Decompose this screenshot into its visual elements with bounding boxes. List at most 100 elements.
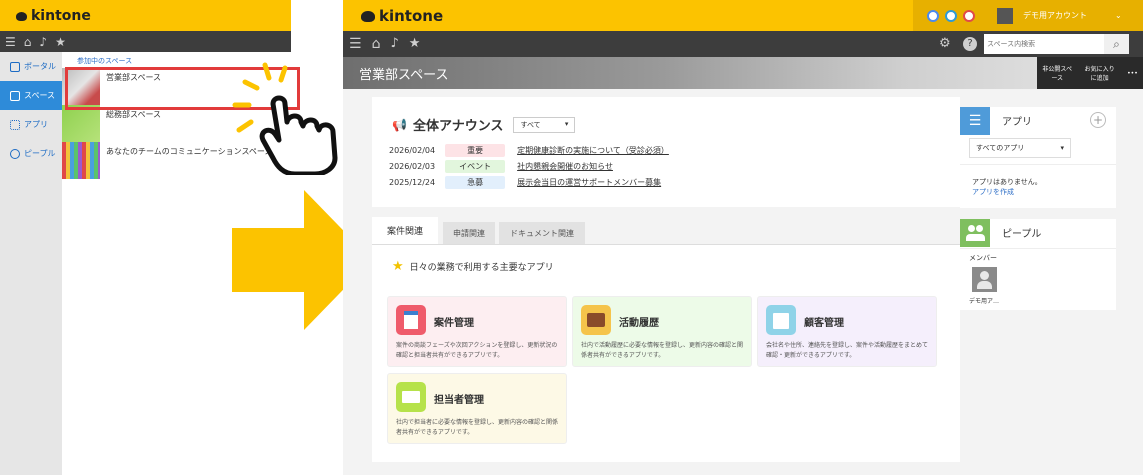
app-description: 案件の商談フェーズや次回アクションを登録し、更新状況の確認と担当者共有ができるア…: [396, 342, 558, 359]
announcement-filter[interactable]: すべて ▾: [513, 116, 576, 133]
app-tile-customers[interactable]: 顧客管理 会社名や住所、連絡先を登録し、案件や活動履歴をまとめて確認・更新ができ…: [757, 296, 937, 367]
help-icon[interactable]: ?: [963, 37, 977, 51]
chevron-down-icon: ⌄: [1115, 11, 1122, 20]
caret-down-icon: ▾: [1060, 144, 1064, 152]
more-icon[interactable]: •••: [1127, 70, 1138, 77]
nav-people[interactable]: ピープル: [0, 139, 62, 168]
member-name: デモ用ア…: [969, 298, 1000, 305]
star-icon[interactable]: ★: [409, 37, 421, 50]
apps-filter-value: すべてのアプリ: [976, 144, 1025, 152]
id-card-icon: [396, 382, 426, 412]
main-apps-card: ★ 日々の業務で利用する主要なアプリ 案件管理 案件の商談フェーズや次回アクショ…: [372, 244, 960, 462]
right-toolbar: ☰ ⌂ ♪ ★ ⚙ ? ⌕: [343, 31, 1143, 57]
nav-app-label: アプリ: [24, 120, 48, 129]
user-menu[interactable]: デモ用アカウント ⌄: [989, 0, 1143, 31]
app-tile-deals[interactable]: 案件管理 案件の商談フェーズや次回アクションを登録し、更新状況の確認と担当者共有…: [387, 296, 567, 367]
announcement-tag: 重要: [445, 143, 506, 157]
menu-icon[interactable]: ☰: [349, 37, 362, 51]
announcement-link[interactable]: 社内懇親会開催のお知らせ: [517, 161, 613, 172]
menu-icon[interactable]: ☰: [5, 36, 16, 48]
nav-people-label: ピープル: [24, 149, 56, 158]
announcement-tag: イベント: [445, 159, 506, 173]
banner-actions: 非公開スペース お気に入りに追加 •••: [1037, 57, 1143, 89]
tab-applications[interactable]: 申請関連: [443, 222, 495, 244]
app-tile-activity[interactable]: 活動履歴 社内で活動履歴に必要な情報を登録し、更新内容の確認と関係者共有ができる…: [572, 296, 752, 367]
nav-space[interactable]: スペース: [0, 81, 62, 110]
document-icon: [396, 305, 426, 335]
caret-down-icon: ▾: [564, 119, 569, 128]
left-header: kintone: [0, 0, 291, 31]
bell-icon[interactable]: ♪: [390, 37, 398, 50]
home-icon[interactable]: ⌂: [372, 37, 381, 51]
divider: [960, 248, 1116, 249]
create-app-link[interactable]: アプリを作成: [972, 187, 1014, 197]
sidebar-people-card: ピープル メンバー デモ用ア…: [960, 219, 1116, 310]
app-title: 活動履歴: [619, 318, 659, 329]
tab-documents[interactable]: ドキュメント関連: [499, 222, 585, 244]
nav-space-label: スペース: [24, 91, 56, 100]
announcement-link[interactable]: 展示会当日の運営サポートメンバー募集: [517, 177, 661, 188]
private-space-badge: 非公開スペース: [1042, 66, 1073, 82]
app-grid-icon: [10, 119, 20, 130]
member-avatar[interactable]: [972, 267, 997, 292]
app-description: 社内で担当者に必要な情報を登録し、更新内容の確認と関係者共有ができるアプリです。: [396, 419, 559, 436]
space-icon: [10, 90, 20, 101]
header-apps: [913, 0, 989, 31]
space-search-input[interactable]: [984, 34, 1104, 54]
user-name: デモ用アカウント: [1023, 11, 1087, 20]
nav-portal-label: ポータル: [24, 62, 56, 71]
right-screenshot: kintone デモ用アカウント ⌄ ☰ ⌂ ♪ ★ ⚙ ? ⌕ 営業部スペース…: [343, 0, 1143, 475]
divider: [960, 164, 1116, 165]
app-title: 案件管理: [434, 318, 474, 329]
add-app-icon[interactable]: +: [1090, 112, 1106, 128]
bell-icon[interactable]: ♪: [39, 36, 47, 48]
space-thumbnail: [62, 142, 100, 179]
announcement-date: 2026/02/03: [389, 161, 436, 171]
space-title: 営業部スペース: [359, 68, 449, 83]
home-icon[interactable]: ⌂: [24, 36, 32, 48]
app-description: 社内で活動履歴に必要な情報を登録し、更新内容の確認と関係者共有ができるアプリです…: [581, 342, 744, 359]
nav-portal[interactable]: ポータル: [0, 52, 62, 81]
no-apps-text: アプリはありません。: [972, 178, 1042, 186]
right-header: kintone デモ用アカウント ⌄: [343, 0, 1143, 31]
megaphone-icon: 📢: [392, 117, 407, 132]
building-icon: [766, 305, 796, 335]
space-name: 総務部スペース: [106, 110, 162, 119]
announcement-link[interactable]: 定期健康診断の実施について（受診必須）: [517, 145, 669, 156]
members-label: メンバー: [969, 254, 997, 262]
app-title: 担当者管理: [434, 395, 484, 406]
app-description: 会社名や住所、連絡先を登録し、案件や活動履歴をまとめて確認・更新ができるアプリで…: [766, 342, 929, 359]
star-icon[interactable]: ★: [55, 36, 66, 48]
star-icon: ★: [392, 259, 404, 274]
mail-icon[interactable]: [963, 9, 975, 22]
announcement-row: 2025/12/24 急募 展示会当日の運営サポートメンバー募集: [389, 174, 960, 190]
announcement-title: 全体アナウンス: [412, 119, 504, 134]
space-banner: 営業部スペース 非公開スペース お気に入りに追加 •••: [343, 57, 1143, 89]
sidebar-apps-card: ☰ アプリ + すべてのアプリ ▾ アプリはありません。 アプリを作成: [960, 107, 1116, 208]
announcement-filter-value: すべて: [520, 120, 541, 129]
sidebar-apps-title: アプリ: [1002, 117, 1032, 128]
tab-deals[interactable]: 案件関連: [372, 217, 438, 244]
space-thumbnail: [62, 105, 100, 142]
kintone-logo-icon: [361, 11, 375, 22]
gear-icon[interactable]: ⚙: [939, 37, 951, 50]
announcement-row: 2026/02/03 イベント 社内懇親会開催のお知らせ: [389, 158, 960, 174]
list-icon: ☰: [960, 107, 990, 135]
apps-filter-select[interactable]: すべてのアプリ ▾: [969, 138, 1071, 158]
search-icon[interactable]: ⌕: [1104, 34, 1129, 54]
announcement-date: 2025/12/24: [389, 177, 436, 187]
google-icon[interactable]: [927, 9, 939, 22]
outlook-icon[interactable]: [945, 9, 957, 22]
announcement-card: 📢 全体アナウンス すべて ▾ 2026/02/04 重要 定期健康診断の実施につ…: [372, 97, 960, 207]
add-favorite-button[interactable]: お気に入りに追加: [1083, 64, 1117, 82]
left-nav: ポータル スペース アプリ ピープル: [0, 52, 62, 475]
app-tile-contacts[interactable]: 担当者管理 社内で担当者に必要な情報を登録し、更新内容の確認と関係者共有ができる…: [387, 373, 567, 444]
user-avatar-icon: [997, 7, 1013, 24]
announcement-row: 2026/02/04 重要 定期健康診断の実施について（受診必須）: [389, 142, 960, 158]
briefcase-icon: [581, 305, 611, 335]
people-icon: [960, 219, 990, 247]
apps-section-title: 日々の業務で利用する主要なアプリ: [409, 263, 554, 273]
nav-app[interactable]: アプリ: [0, 110, 62, 139]
left-toolbar: ☰ ⌂ ♪ ★: [0, 31, 291, 52]
left-brand: kintone: [31, 7, 91, 24]
